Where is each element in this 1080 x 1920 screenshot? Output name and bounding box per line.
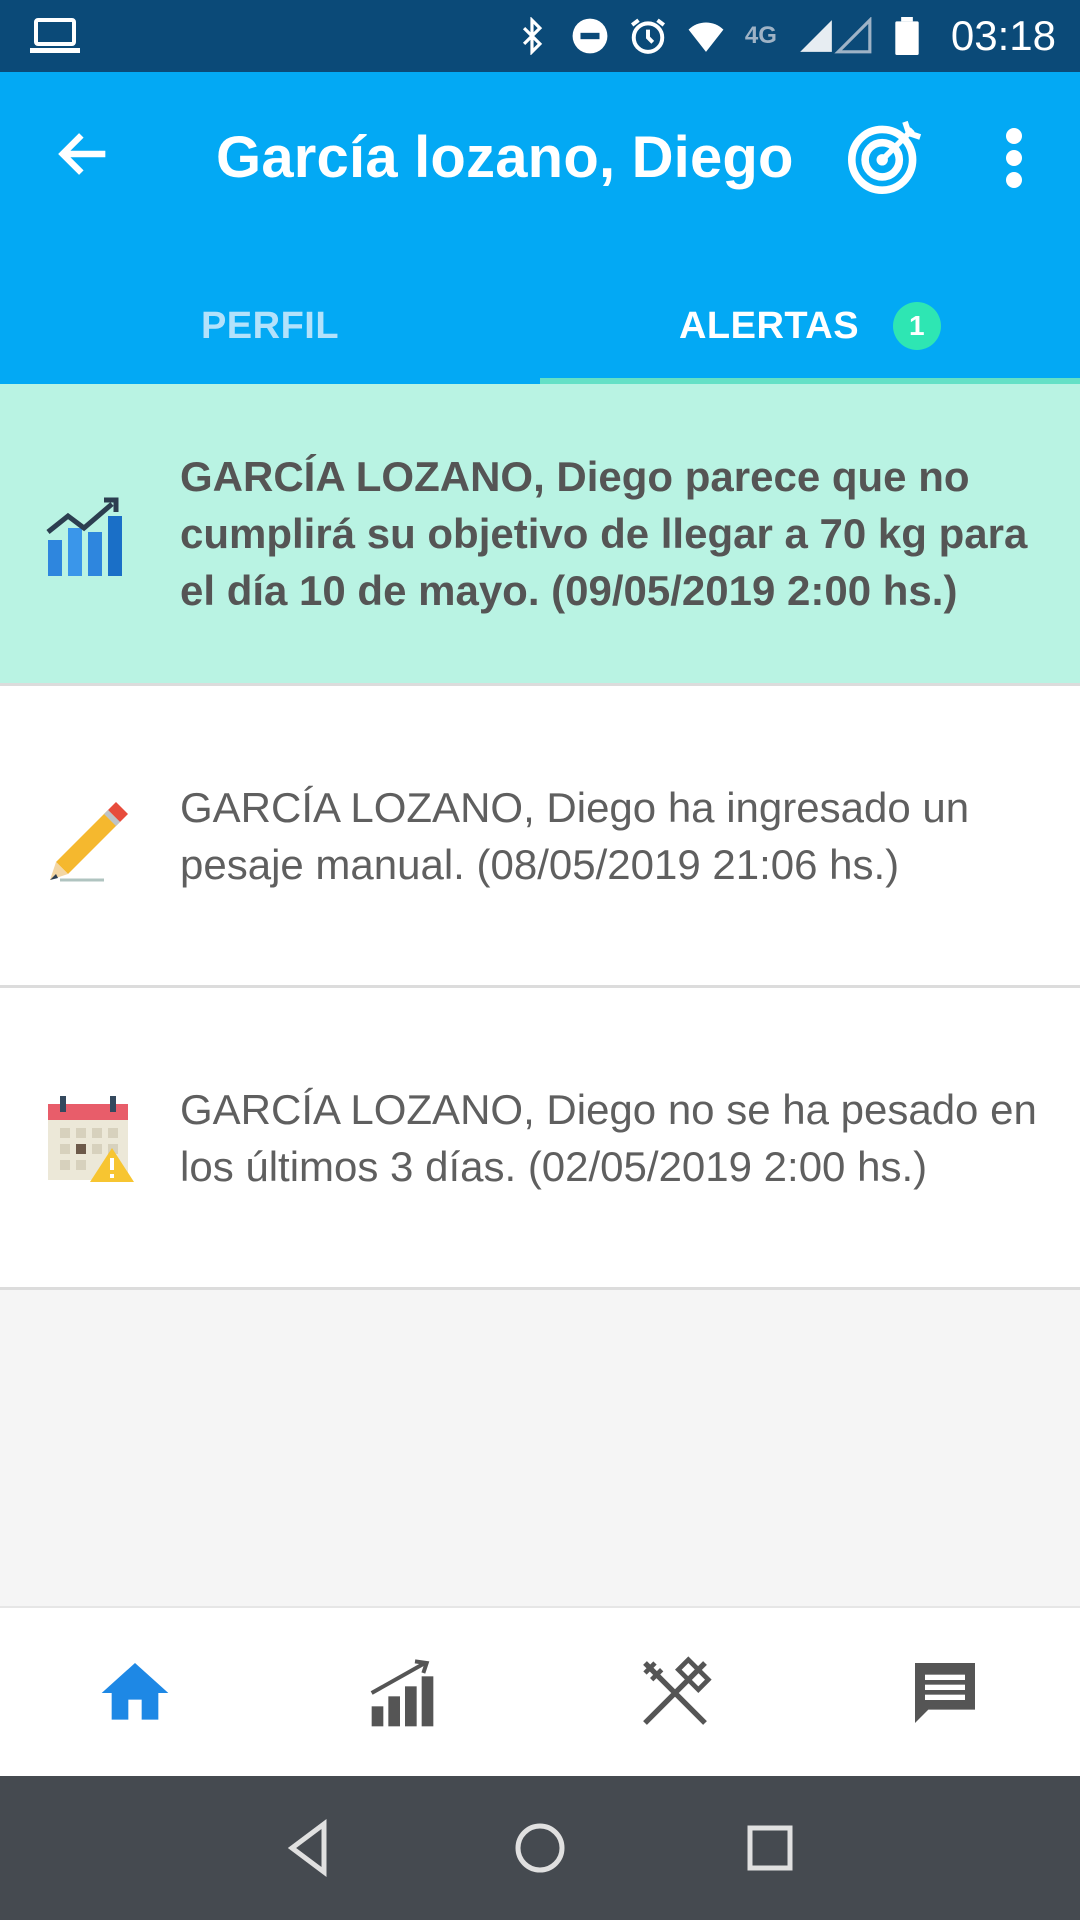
alerts-list: GARCÍA LOZANO, Diego parece que no cumpl… (0, 384, 1080, 1290)
tab-alertas[interactable]: ALERTAS 1 (540, 268, 1080, 384)
list-item[interactable]: GARCÍA LOZANO, Diego ha ingresado un pes… (0, 686, 1080, 988)
tab-perfil[interactable]: PERFIL (0, 268, 540, 384)
pencil-icon (50, 801, 128, 881)
nav-diet[interactable] (540, 1608, 810, 1778)
nav-messages[interactable] (810, 1608, 1080, 1778)
chat-icon (915, 1663, 975, 1723)
alert-text: GARCÍA LOZANO, Diego parece que no cumpl… (180, 453, 1028, 614)
signal-icon (800, 17, 872, 54)
system-navigation-bar (0, 1776, 1080, 1920)
chart-growth-icon (46, 497, 122, 576)
alarm-icon (630, 18, 665, 54)
system-recents-icon[interactable] (740, 1818, 800, 1878)
list-item[interactable]: GARCÍA LOZANO, Diego no se ha pesado en … (0, 988, 1080, 1290)
nav-home[interactable] (0, 1608, 270, 1778)
system-back-icon[interactable] (280, 1818, 340, 1878)
status-time: 03:18 (950, 12, 1056, 59)
page-title: García lozano, Diego (216, 125, 794, 190)
tab-alertas-label: ALERTAS (678, 304, 860, 347)
app-bar: García lozano, Diego PERFIL ALERTAS 1 (0, 72, 1080, 384)
alert-text: GARCÍA LOZANO, Diego ha ingresado un pes… (180, 783, 970, 888)
list-item[interactable]: GARCÍA LOZANO, Diego parece que no cumpl… (0, 384, 1080, 686)
alert-text: GARCÍA LOZANO, Diego no se ha pesado en … (180, 1085, 1037, 1190)
status-bar: 4G 03:18 (0, 0, 1080, 72)
laptop-icon (30, 18, 80, 53)
battery-icon (895, 17, 919, 55)
system-home-icon[interactable] (510, 1818, 570, 1878)
stats-icon (370, 1659, 434, 1727)
wifi-icon (688, 22, 724, 52)
bottom-navigation (0, 1606, 1080, 1776)
calendar-warning-icon (48, 1095, 134, 1182)
do-not-disturb-icon (572, 18, 608, 54)
target-goal-icon[interactable] (848, 118, 924, 194)
tab-perfil-label: PERFIL (200, 304, 340, 347)
alert-count-badge: 1 (893, 302, 942, 350)
back-arrow-icon[interactable] (52, 122, 116, 186)
more-options-icon[interactable] (1000, 128, 1028, 188)
network-type-label: 4G (744, 22, 777, 49)
bluetooth-icon (522, 17, 543, 55)
cutlery-icon (643, 1656, 712, 1725)
home-icon (101, 1663, 169, 1720)
tab-bar: PERFIL ALERTAS 1 (0, 268, 1080, 384)
nav-stats[interactable] (270, 1608, 540, 1778)
